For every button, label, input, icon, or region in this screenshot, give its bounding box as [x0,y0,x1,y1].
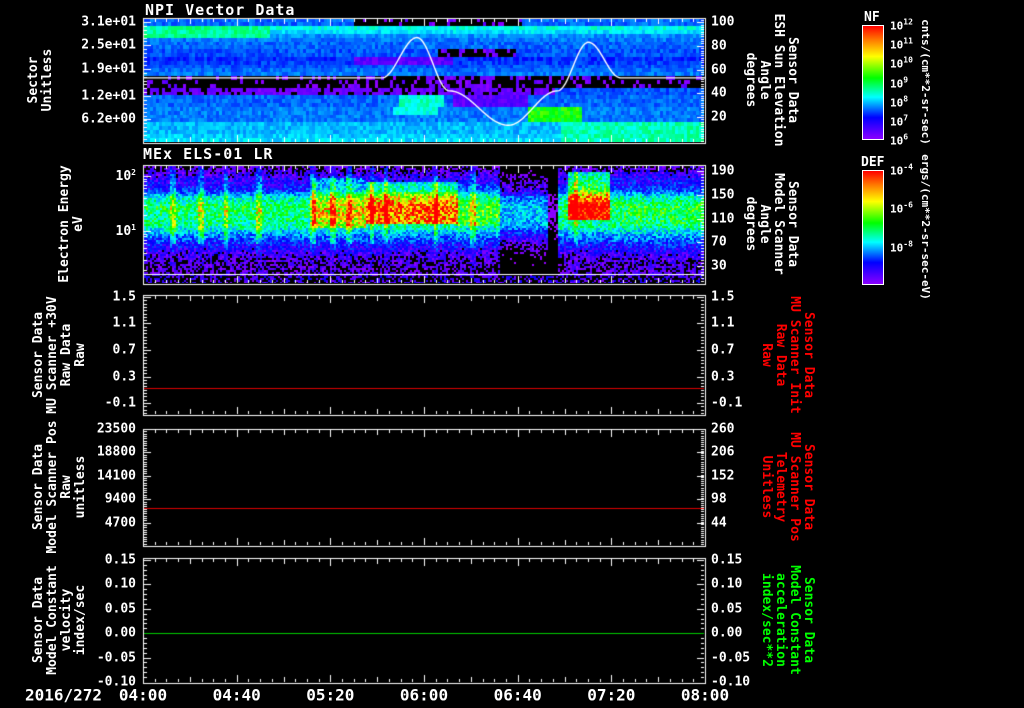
npi-left-tick-label: 6.2e+00 [81,111,136,127]
scanpos-right-tick-label: 260 [711,421,735,437]
panel1-title: NPI Vector Data [145,1,296,19]
npi-left-tick-label: 3.1e+01 [81,14,136,30]
modelconst-right-tick-label: 0.15 [711,552,743,568]
mu30v-left-tick-label: 0.7 [112,342,136,358]
els-left-tick-label: 101 [115,222,136,240]
modelconst-left-tick-label: 0.10 [104,576,136,592]
p4-left-axis-label: Sensor Data Model Scanner Pos Raw unitle… [30,420,89,554]
time-tick-label: 06:00 [399,685,449,705]
modelconst-right-tick-label: -0.05 [711,650,751,666]
els-right-tick-label: 70 [711,234,727,250]
npi-right-tick-label: 40 [711,85,727,101]
els-right-tick-label: 150 [711,187,735,203]
mu30v-left-tick-label: 1.5 [112,289,136,305]
modelconst-left-tick-label: 0.05 [104,601,136,617]
nf-colorbar [862,25,884,140]
npi-right-tick-label: 100 [711,14,735,30]
time-tick-label: 04:00 [118,685,168,705]
nf-colorbar-title: NF [864,10,880,25]
scanpos-right-tick-label: 206 [711,444,735,460]
npi-colorbar-tick-label: 1010 [890,56,913,71]
mu30v-right-tick-label: -0.1 [711,395,743,411]
npi-right-tick-label: 20 [711,109,727,125]
scanpos-left-tick-label: 14100 [96,468,136,484]
modelconst-right-tick-label: 0.10 [711,576,743,592]
els-right-tick-label: 30 [711,258,727,274]
plot-page: NPI Vector Data MEx ELS-01 LR Sector Uni… [0,0,1024,708]
def-colorbar-title: DEF [861,155,885,170]
els-colorbar-tick-label: 10-6 [890,201,913,216]
modelconst-left-tick-label: 0.00 [104,625,136,641]
modelconst-right-tick-label: 0.00 [711,625,743,641]
els-left-tick-label: 102 [115,167,136,185]
def-colorbar [862,170,884,285]
mu30v-left-tick-label: -0.1 [104,395,136,411]
time-tick-label: 06:40 [493,685,542,705]
scanpos-right-tick-label: 152 [711,468,735,484]
scanpos-left-tick-label: 4700 [104,515,136,531]
time-tick-label: 08:00 [680,685,730,705]
npi-colorbar-tick-label: 1011 [890,36,913,52]
time-tick-label: 05:20 [306,685,355,705]
mu30v-right-tick-label: 1.5 [711,289,735,305]
els-colorbar-tick-label: 10-8 [890,239,913,254]
els-right-tick-label: 190 [711,163,735,179]
npi-colorbar-tick-label: 106 [890,132,909,148]
scanpos-left-tick-label: 23500 [96,421,136,437]
mu30v-right-tick-label: 1.1 [711,315,735,331]
p1-right-axis-label: Sensor Data ESH Sun Elevation Angle degr… [742,13,801,147]
npi-left-tick-label: 2.5e+01 [81,37,136,53]
mu30v-left-tick-label: 1.1 [112,315,136,331]
panel2-title: MEx ELS-01 LR [143,145,274,163]
scanpos-right-tick-label: 44 [711,515,727,531]
npi-colorbar-tick-label: 107 [890,113,909,129]
npi-colorbar-tick-label: 109 [890,75,909,90]
npi-right-tick-label: 60 [711,62,727,78]
npi-colorbar-tick-label: 108 [890,94,909,109]
npi-left-tick-label: 1.9e+01 [81,61,136,77]
scanpos-left-tick-label: 18800 [96,444,136,460]
p1-left-axis-label: Sector Unitless [25,48,55,112]
time-tick-label: 04:40 [212,685,261,705]
mu30v-left-tick-label: 0.3 [112,369,136,384]
npi-colorbar-tick-label: 1012 [890,17,913,33]
mu30v-right-tick-label: 0.3 [711,369,735,384]
scanpos-left-tick-label: 9400 [104,491,136,507]
mu30v-right-tick-label: 0.7 [711,342,735,358]
els-right-tick-label: 110 [711,211,735,227]
els-colorbar-tick-label: 10-4 [890,162,913,178]
time-tick-label: 07:20 [587,685,636,705]
modelconst-left-tick-label: 0.15 [104,552,136,568]
modelconst-left-tick-label: -0.05 [96,650,136,666]
scanpos-right-tick-label: 98 [711,491,727,507]
modelconst-right-tick-label: 0.05 [711,601,743,617]
npi-right-tick-label: 80 [711,38,727,54]
npi-left-tick-label: 1.2e+01 [81,88,136,104]
